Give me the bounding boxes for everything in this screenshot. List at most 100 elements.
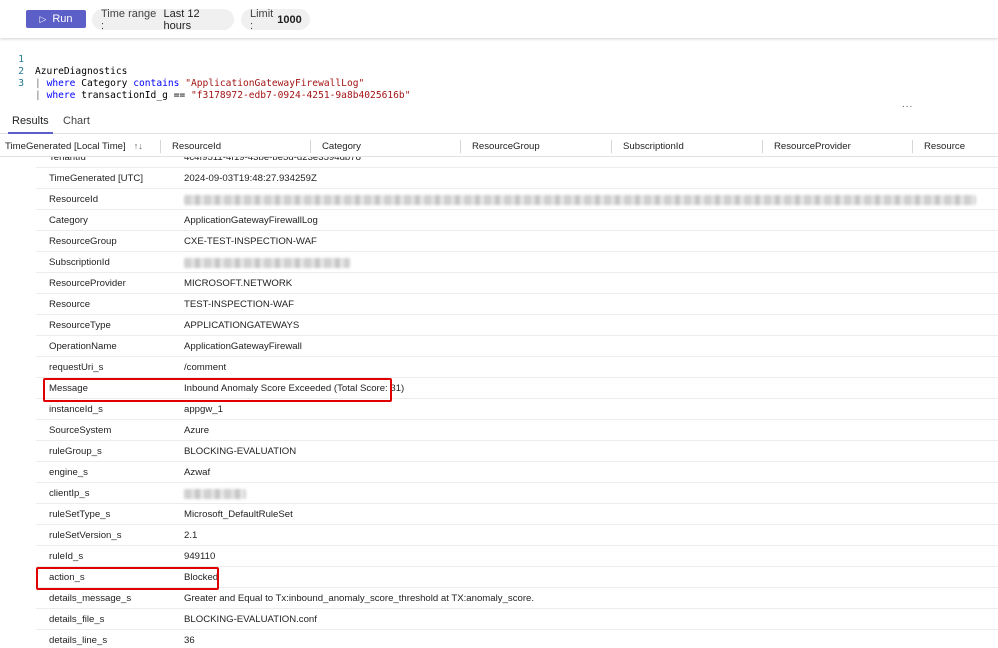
play-icon: ▷ [39, 13, 47, 24]
field-key: ResourceProvider [49, 278, 126, 289]
field-key: details_message_s [49, 593, 132, 604]
column-header-resourcegroup[interactable]: ResourceGroup [472, 136, 540, 157]
query-editor[interactable]: 1 AzureDiagnostics 2 | where Category co… [0, 40, 998, 101]
field-value: /comment [184, 362, 227, 373]
field-key: details_line_s [49, 635, 108, 646]
column-divider[interactable] [310, 140, 311, 153]
field-key: SubscriptionId [49, 257, 110, 268]
string-literal: "f3178972-edb7-0924-4251-9a8b4025616b" [191, 90, 411, 101]
equals-operator: == [173, 90, 186, 101]
results-header: TimeGenerated [Local Time] ↑↓ ResourceId … [0, 136, 998, 157]
keyword-where: where [46, 78, 76, 89]
detail-row: Category ApplicationGatewayFirewallLog [36, 210, 998, 231]
more-options-icon[interactable]: ... [902, 99, 913, 110]
pipe-operator: | [35, 90, 41, 101]
field-key: SourceSystem [49, 425, 112, 436]
limit-label: Limit : [250, 7, 274, 32]
results-tabs: Results Chart [0, 110, 998, 134]
run-button-label: Run [52, 13, 73, 25]
field-key: TimeGenerated [UTC] [49, 173, 144, 184]
detail-row: instanceId_s appgw_1 [36, 399, 998, 420]
field-key: Category [49, 215, 88, 226]
limit-value: 1000 [277, 13, 302, 26]
column-header-resource[interactable]: Resource [924, 136, 965, 157]
field-key: ResourceType [49, 320, 111, 331]
field-value: ApplicationGatewayFirewall [184, 341, 302, 352]
keyword-where: where [46, 90, 76, 101]
action-highlight-box [36, 567, 219, 590]
time-range-value: Last 12 hours [163, 7, 200, 32]
detail-row: ruleId_s 949110 [36, 546, 998, 567]
field-value: 4c4f9511-4f19-43be-be5d-d23e3594db78 [184, 157, 361, 163]
code-line-1: 1 AzureDiagnostics [0, 42, 998, 77]
run-button[interactable]: ▷ Run [26, 10, 86, 28]
field-value: CXE-TEST-INSPECTION-WAF [184, 236, 317, 247]
message-highlight-box [43, 378, 392, 402]
detail-row: clientIp_s [36, 483, 998, 504]
field-value: TEST-INSPECTION-WAF [184, 299, 294, 310]
code-line-2: 2 | where Category contains "Application… [0, 54, 998, 89]
field-value: Microsoft_DefaultRuleSet [184, 509, 293, 520]
field-name: Category [81, 78, 128, 89]
field-value: ApplicationGatewayFirewallLog [184, 215, 318, 226]
tab-chart[interactable]: Chart [63, 115, 90, 134]
column-header-timegenerated[interactable]: TimeGenerated [Local Time] ↑↓ [5, 136, 143, 157]
column-header-category[interactable]: Category [322, 136, 361, 157]
column-divider[interactable] [611, 140, 612, 153]
field-value: Greater and Equal to Tx:inbound_anomaly_… [184, 593, 535, 604]
redacted-value [184, 195, 976, 205]
field-key: clientIp_s [49, 488, 90, 499]
time-range-picker[interactable]: Time range : Last 12 hours [92, 7, 234, 32]
tab-results[interactable]: Results [8, 115, 53, 134]
keyword-contains: contains [133, 78, 180, 89]
detail-row: TimeGenerated [UTC] 2024-09-03T19:48:27.9… [36, 168, 998, 189]
column-divider[interactable] [912, 140, 913, 153]
line-number: 3 [18, 78, 24, 89]
detail-row: details_line_s 36 [36, 630, 998, 648]
field-key: ruleGroup_s [49, 446, 102, 457]
detail-row: ruleGroup_s BLOCKING-EVALUATION [36, 441, 998, 462]
detail-row: requestUri_s/comment [36, 357, 998, 378]
field-key: Resource [49, 299, 91, 310]
field-key: ResourceId [49, 194, 99, 205]
limit-picker[interactable]: Limit : 1000 [241, 7, 310, 32]
sort-icon[interactable]: ↑↓ [134, 141, 143, 151]
detail-row: Resource TEST-INSPECTION-WAF [36, 294, 998, 315]
field-key: TenantId [49, 157, 86, 163]
field-key: ruleSetType_s [49, 509, 111, 520]
field-key: ruleId_s [49, 551, 84, 562]
column-header-resourceid[interactable]: ResourceId [172, 136, 221, 157]
field-value: Azure [184, 425, 210, 436]
detail-row: ResourceId [36, 189, 998, 210]
code-line-3: 3 | where transactionId_g == "f3178972-e… [0, 66, 998, 101]
column-header-resourceprovider[interactable]: ResourceProvider [774, 136, 851, 157]
field-key: requestUri_s [49, 362, 104, 373]
pipe-operator: | [35, 78, 41, 89]
query-toolbar: ▷ Run Time range : Last 12 hours Limit :… [0, 0, 998, 38]
detail-row: TenantId 4c4f9511-4f19-43be-be5d-d23e3594… [36, 157, 998, 168]
detail-row: engine_s Azwaf [36, 462, 998, 483]
string-literal: "ApplicationGatewayFirewallLog" [185, 78, 365, 89]
detail-row: details_file_s BLOCKING-EVALUATION.conf [36, 609, 998, 630]
field-value: appgw_1 [184, 404, 223, 415]
detail-row: OperationName ApplicationGatewayFirewall [36, 336, 998, 357]
detail-row: SourceSystem Azure [36, 420, 998, 441]
redacted-value [184, 489, 246, 499]
field-value: 2.1 [184, 530, 198, 541]
field-key: OperationName [49, 341, 117, 352]
column-divider[interactable] [762, 140, 763, 153]
column-divider[interactable] [160, 140, 161, 153]
column-header-label: TimeGenerated [Local Time] [5, 141, 126, 152]
column-divider[interactable] [460, 140, 461, 153]
detail-row: ruleSetType_s Microsoft_DefaultRuleSet [36, 504, 998, 525]
field-value: APPLICATIONGATEWAYS [184, 320, 300, 331]
field-value: 2024-09-03T19:48:27.934259Z [184, 173, 317, 184]
field-key: engine_s [49, 467, 88, 478]
detail-row: details_message_s Greater and Equal to Tx… [36, 588, 998, 609]
column-header-subscriptionid[interactable]: SubscriptionId [623, 136, 684, 157]
detail-row: ResourceType APPLICATIONGATEWAYS [36, 315, 998, 336]
field-value: 949110 [184, 551, 216, 562]
field-name: transactionId_g [81, 90, 168, 101]
field-key: instanceId_s [49, 404, 103, 415]
field-key: details_file_s [49, 614, 105, 625]
